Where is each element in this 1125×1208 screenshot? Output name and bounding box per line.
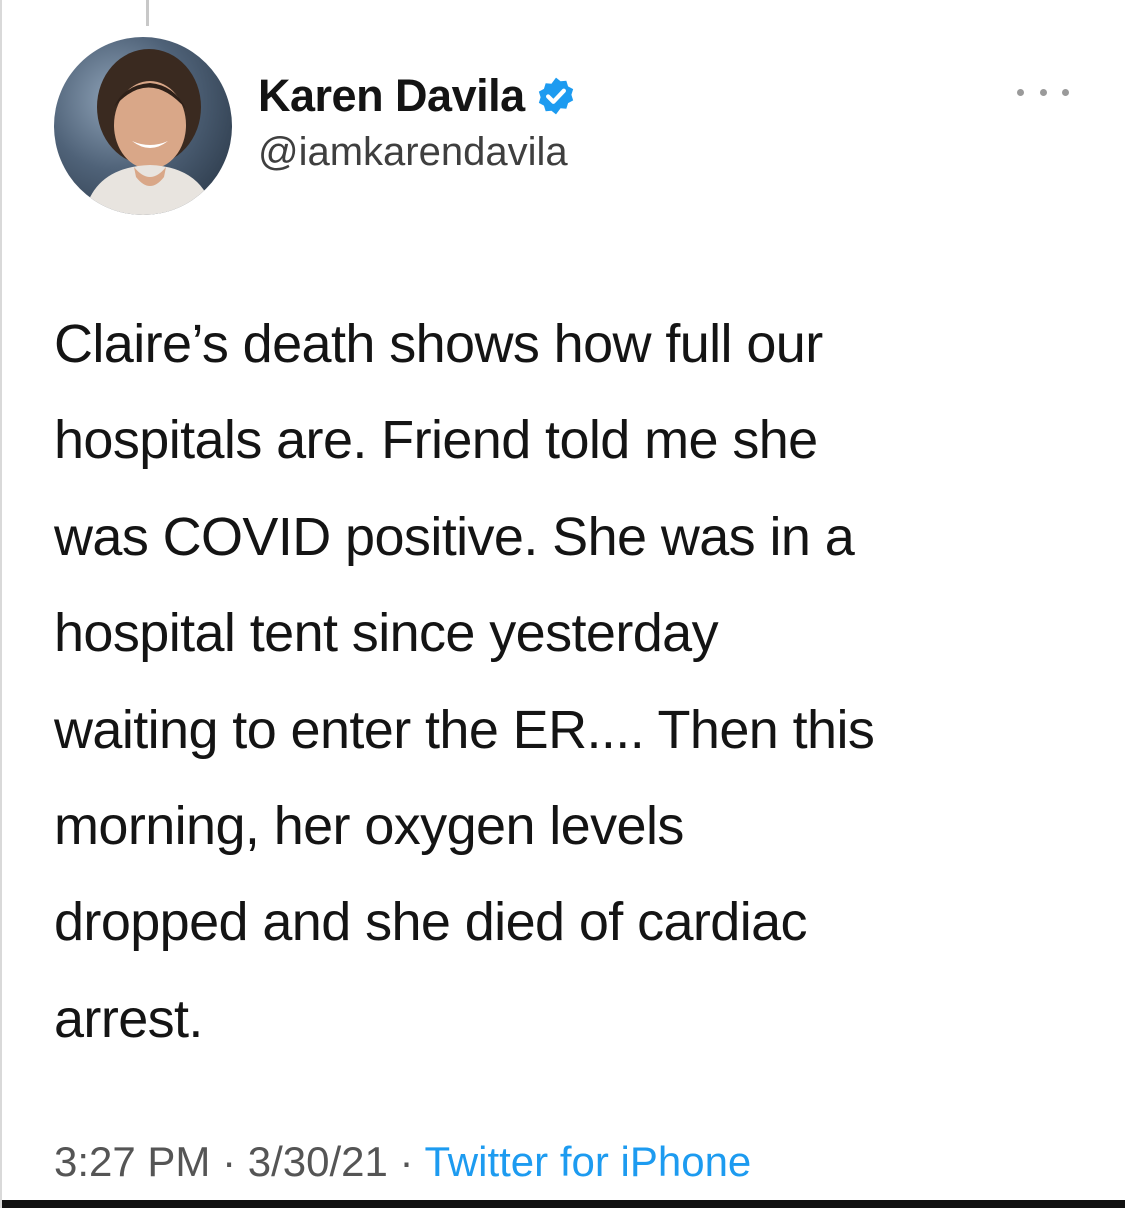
more-dot-icon: [1017, 88, 1024, 96]
tweet-meta: 3:27 PM · 3/30/21 · Twitter for iPhone: [54, 1138, 751, 1186]
tweet-card: Karen Davila @iamkarendavila Claire’s de…: [0, 0, 1125, 1208]
verified-badge-icon: [538, 77, 573, 115]
thread-connector-line: [146, 0, 149, 26]
bottom-divider: [2, 1200, 1125, 1208]
more-dot-icon: [1062, 88, 1069, 96]
tweet-text: Claire’s death shows how full our hospit…: [54, 314, 875, 1049]
avatar-photo: [54, 37, 232, 215]
author-display-name[interactable]: Karen Davila: [258, 70, 525, 122]
meta-separator: ·: [387, 1138, 425, 1185]
avatar[interactable]: [54, 37, 232, 215]
tweet-date[interactable]: 3/30/21: [248, 1138, 388, 1185]
meta-separator: ·: [210, 1138, 248, 1185]
author-name-row[interactable]: Karen Davila: [258, 68, 577, 124]
more-icon[interactable]: [1017, 78, 1069, 106]
tweet-time[interactable]: 3:27 PM: [54, 1138, 210, 1185]
tweet-source-link[interactable]: Twitter for iPhone: [424, 1138, 751, 1185]
author-handle[interactable]: @iamkarendavila: [258, 130, 568, 175]
more-dot-icon: [1039, 88, 1047, 96]
